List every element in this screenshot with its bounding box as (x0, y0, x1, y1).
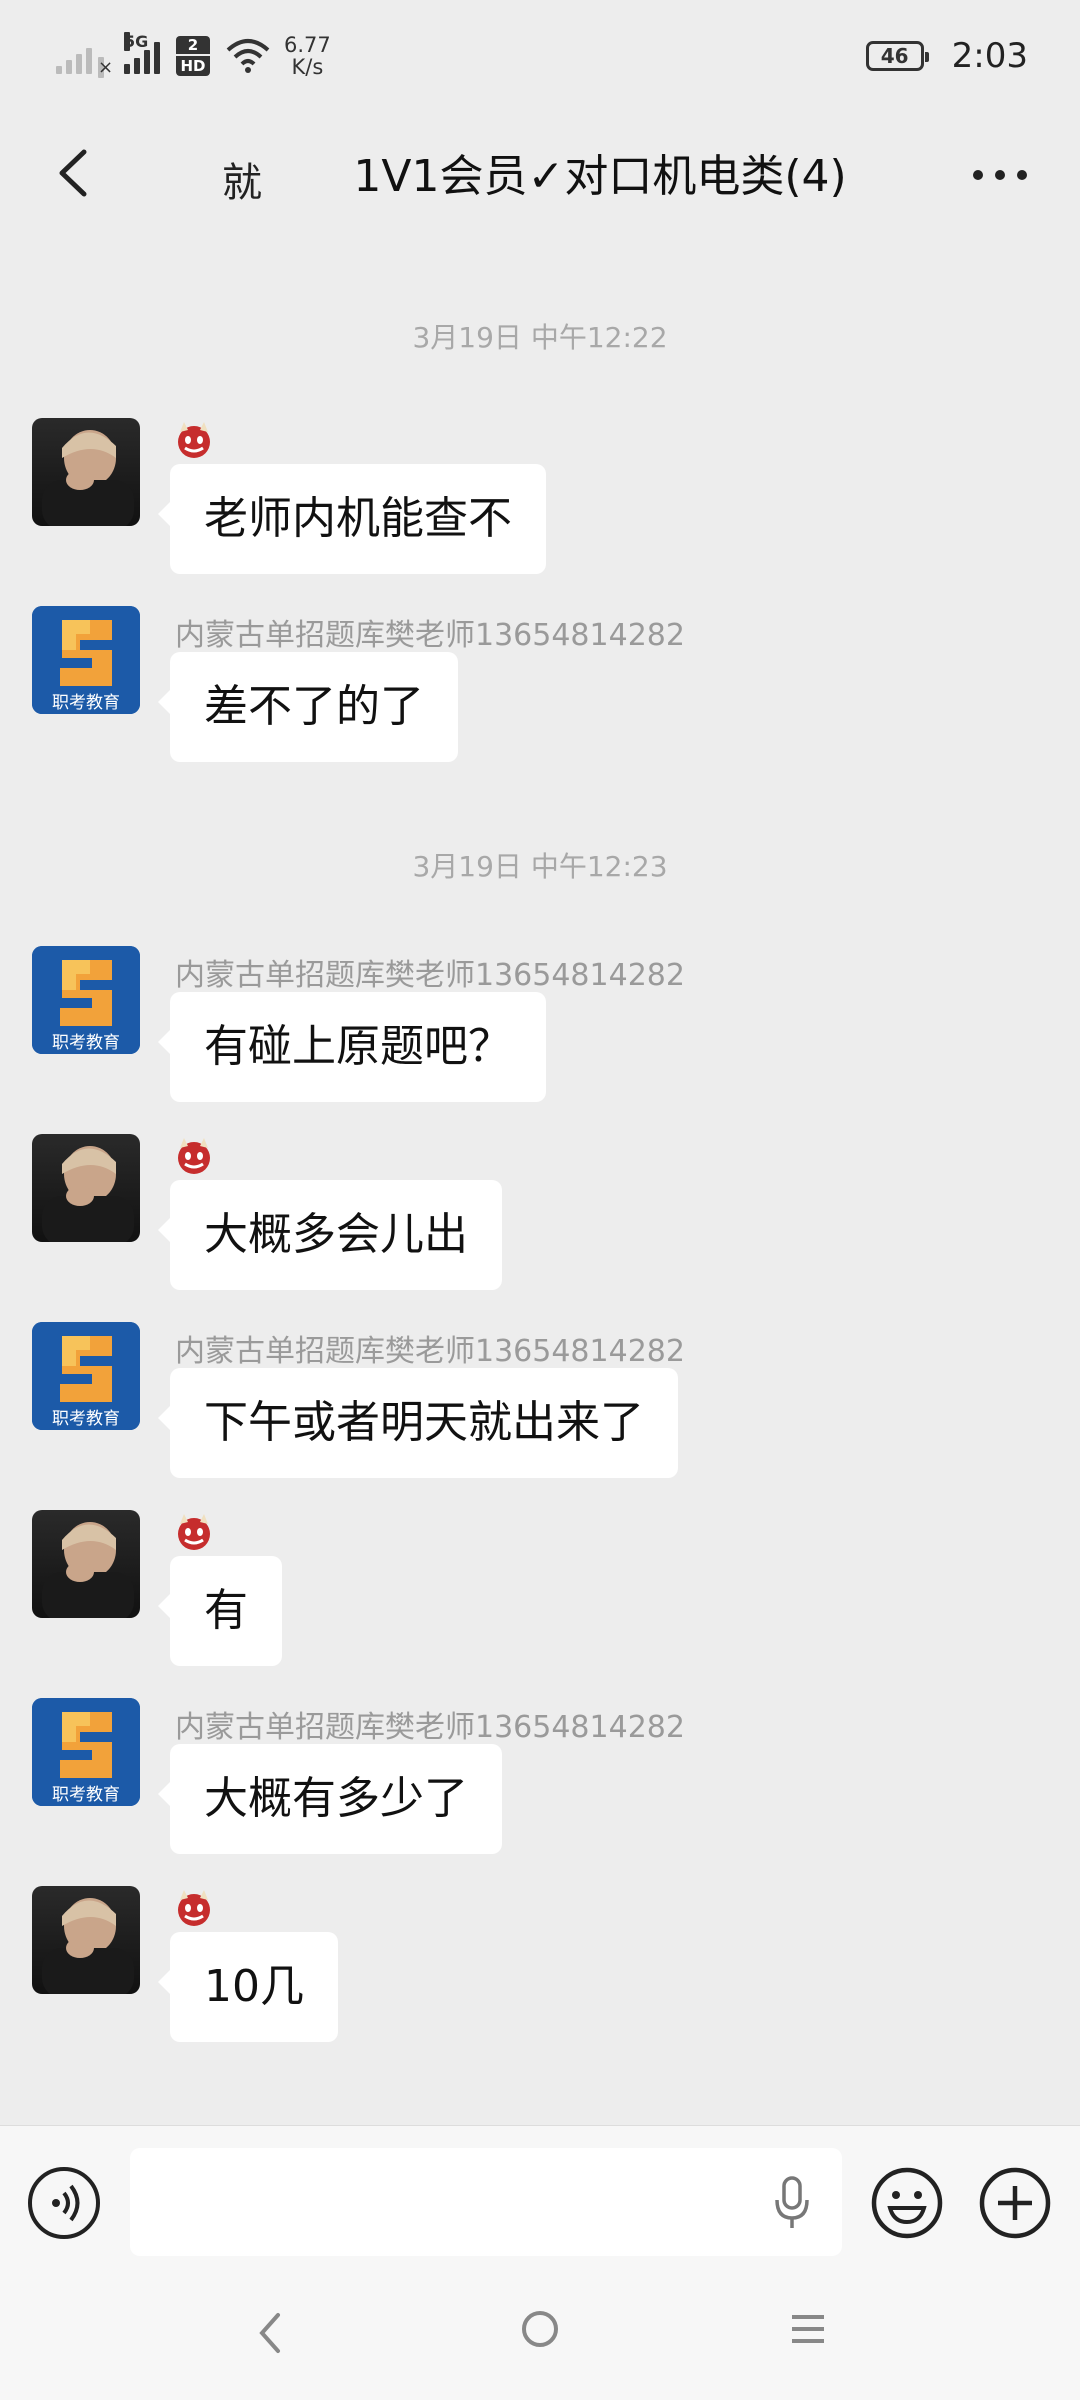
voice-wave-icon (52, 2184, 80, 2222)
org-avatar[interactable]: 职考教育 (32, 946, 140, 1054)
nav-home-icon[interactable] (520, 2309, 560, 2349)
message-bubble[interactable]: 大概多会儿出 (158, 1180, 502, 1290)
battery-icon: 46 (865, 41, 929, 71)
user-avatar[interactable] (32, 1134, 140, 1242)
demon-mask-emoji-icon (178, 1890, 210, 1926)
timestamp: 3月19日 中午12:22 (412, 321, 668, 354)
voice-input-button[interactable] (28, 2167, 100, 2239)
nav-back-icon[interactable] (248, 2305, 292, 2361)
timestamp: 3月19日 中午12:23 (412, 850, 668, 883)
org-avatar[interactable]: 职考教育 (32, 606, 140, 714)
emoji-button-icon[interactable] (870, 2166, 944, 2240)
message-bubble[interactable]: 10几 (158, 1932, 338, 2042)
message-bubble[interactable]: 老师内机能查不 (158, 464, 546, 574)
message-bubble[interactable]: 有碰上原题吧？ (158, 992, 546, 1102)
org-avatar[interactable]: 职考教育 (32, 1698, 140, 1806)
sender-name: 内蒙古单招题库樊老师13654814282 (175, 618, 685, 653)
microphone-icon[interactable] (772, 2176, 812, 2230)
sim2-hd-icon: 2 HD (174, 35, 212, 77)
sender-name: 内蒙古单招题库樊老师13654814282 (175, 958, 685, 993)
demon-mask-emoji-icon (178, 1138, 210, 1174)
sender-name: 内蒙古单招题库樊老师13654814282 (175, 1710, 685, 1745)
status-bar: × 5G 2 HD 6.77 K/s 46 2:03 (0, 0, 1080, 110)
more-functions-plus-icon[interactable] (978, 2166, 1052, 2240)
user-avatar[interactable] (32, 1886, 140, 1994)
message-input[interactable] (130, 2148, 842, 2256)
signal-5g-icon: 5G (124, 32, 160, 74)
message-bubble[interactable]: 有 (158, 1556, 282, 1666)
input-bar (0, 2125, 1080, 2266)
more-options-icon[interactable] (960, 140, 1040, 210)
message-bubble[interactable]: 差不了的了 (158, 652, 458, 762)
chat-title: 1V1会员✓对口机电类(4) (353, 151, 847, 202)
org-avatar[interactable]: 职考教育 (32, 1322, 140, 1430)
nav-recents-icon[interactable] (790, 2311, 826, 2347)
demon-mask-emoji-icon (178, 1514, 210, 1550)
back-arrow-icon[interactable] (38, 138, 108, 208)
truncated-character: 就 (222, 160, 262, 206)
signal-sim1-icon: × (56, 38, 113, 78)
system-navigation-bar (0, 2265, 1080, 2400)
message-bubble[interactable]: 大概有多少了 (158, 1744, 502, 1854)
user-avatar[interactable] (32, 1510, 140, 1618)
sender-name: 内蒙古单招题库樊老师13654814282 (175, 1334, 685, 1369)
clock: 2:03 (951, 36, 1028, 76)
wifi-icon (226, 39, 270, 73)
user-avatar[interactable] (32, 418, 140, 526)
network-speed: 6.77 K/s (284, 33, 331, 79)
demon-mask-emoji-icon (178, 422, 210, 458)
message-bubble[interactable]: 下午或者明天就出来了 (158, 1368, 678, 1478)
